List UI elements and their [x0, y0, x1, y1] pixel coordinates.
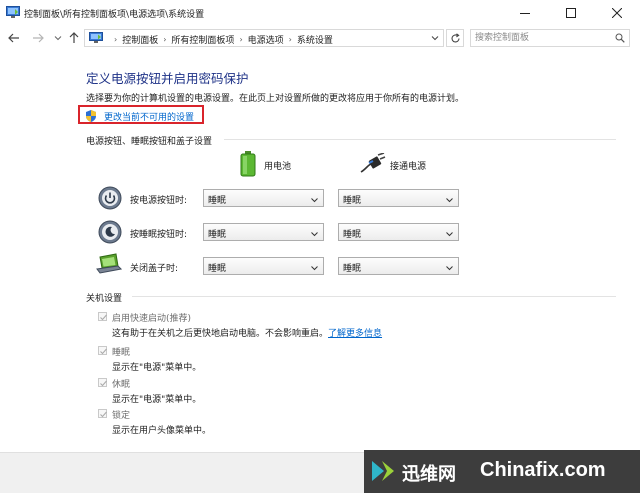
sleep-option-label: 睡眠: [112, 348, 131, 358]
lock-option-label: 锁定: [112, 411, 131, 421]
fast-startup-checkbox[interactable]: [98, 312, 107, 321]
battery-icon: [240, 151, 256, 180]
search-icon[interactable]: [615, 33, 625, 46]
power-button-label: 按电源按钮时:: [130, 196, 188, 206]
battery-column-header: 用电池: [264, 162, 292, 172]
watermark: 迅维网 Chinafix.com: [364, 450, 640, 493]
lid-close-label: 关闭盖子时:: [130, 264, 179, 274]
change-settings-link[interactable]: 更改当前不可用的设置: [78, 105, 204, 124]
breadcrumb: › 控制面板 › 所有控制面板项 › 电源选项 › 系统设置: [109, 33, 333, 46]
section-divider: [224, 139, 616, 140]
select-value: 睡眠: [343, 264, 362, 274]
close-button[interactable]: [594, 0, 640, 26]
fast-startup-label: 启用快速启动(推荐): [112, 314, 192, 324]
checkmark-icon: [100, 411, 107, 418]
hibernate-option-description: 显示在"电源"菜单中。: [112, 395, 202, 405]
select-value: 睡眠: [343, 230, 362, 240]
main-content: 定义电源按钮并启用密码保护 选择要为你的计算机设置的电源设置。在此页上对设置所做…: [0, 50, 640, 493]
control-panel-icon: [6, 6, 20, 19]
maximize-button[interactable]: [548, 0, 594, 26]
section-divider: [132, 296, 616, 297]
address-bar[interactable]: › 控制面板 › 所有控制面板项 › 电源选项 › 系统设置: [84, 29, 444, 47]
up-arrow-icon: [69, 32, 79, 43]
checkmark-icon: [100, 314, 107, 321]
search-input[interactable]: [475, 31, 601, 45]
hibernate-checkbox[interactable]: [98, 378, 107, 387]
sleep-button-icon: [98, 220, 122, 244]
shutdown-section-title: 关机设置: [86, 294, 123, 304]
learn-more-link[interactable]: 了解更多信息: [328, 329, 382, 339]
breadcrumb-system-settings[interactable]: 系统设置: [297, 33, 333, 46]
chinafix-logo-icon: [370, 457, 398, 488]
recent-locations-button[interactable]: [50, 30, 66, 46]
page-title: 定义电源按钮并启用密码保护: [86, 71, 249, 86]
fast-startup-description-text: 这有助于在关机之后更快地启动电脑。不会影响重启。: [112, 329, 329, 339]
chevron-down-icon: [311, 196, 318, 206]
chevron-down-icon: [446, 196, 453, 206]
breadcrumb-separator-icon: ›: [114, 35, 118, 44]
change-settings-link-label[interactable]: 更改当前不可用的设置: [104, 110, 194, 123]
breadcrumb-power-options[interactable]: 电源选项: [248, 33, 284, 46]
breadcrumb-separator-icon: ›: [239, 35, 243, 44]
checkmark-icon: [100, 380, 107, 387]
breadcrumb-all-items[interactable]: 所有控制面板项: [171, 33, 234, 46]
sleep-button-label: 按睡眠按钮时:: [130, 230, 188, 240]
sleep-button-battery-select[interactable]: 睡眠: [203, 223, 324, 241]
search-box[interactable]: [470, 29, 630, 47]
select-value: 睡眠: [208, 264, 227, 274]
power-button-battery-select[interactable]: 睡眠: [203, 189, 324, 207]
lid-close-battery-select[interactable]: 睡眠: [203, 257, 324, 275]
plugged-in-column-header: 接通电源: [390, 162, 427, 172]
select-value: 睡眠: [208, 196, 227, 206]
sleep-button-plugged-select[interactable]: 睡眠: [338, 223, 459, 241]
plug-icon: [360, 152, 386, 176]
fast-startup-description: 这有助于在关机之后更快地启动电脑。不会影响重启。了解更多信息: [112, 326, 382, 339]
chevron-down-icon: [446, 264, 453, 274]
chevron-down-icon: [311, 230, 318, 240]
hibernate-option-label: 休眠: [112, 380, 131, 390]
navigation-bar: › 控制面板 › 所有控制面板项 › 电源选项 › 系统设置: [0, 26, 640, 50]
title-bar: 控制面板\所有控制面板项\电源选项\系统设置: [0, 0, 640, 26]
forward-button[interactable]: [30, 30, 46, 46]
minimize-button[interactable]: [502, 0, 548, 26]
chevron-down-icon: [311, 264, 318, 274]
control-panel-icon: [89, 32, 103, 47]
power-button-plugged-select[interactable]: 睡眠: [338, 189, 459, 207]
address-dropdown-button[interactable]: [431, 34, 439, 45]
sleep-option-description: 显示在"电源"菜单中。: [112, 363, 202, 373]
select-value: 睡眠: [343, 196, 362, 206]
buttons-section-title: 电源按钮、睡眠按钮和盖子设置: [86, 137, 213, 147]
lock-checkbox[interactable]: [98, 409, 107, 418]
breadcrumb-separator-icon: ›: [288, 35, 292, 44]
watermark-en-text: Chinafix.com: [480, 459, 606, 481]
lid-close-plugged-select[interactable]: 睡眠: [338, 257, 459, 275]
checkmark-icon: [100, 348, 107, 355]
power-button-icon: [98, 186, 122, 210]
refresh-icon: [450, 32, 460, 42]
uac-shield-icon: [84, 109, 98, 126]
select-value: 睡眠: [208, 230, 227, 240]
laptop-lid-icon: [96, 253, 123, 277]
back-arrow-icon: [8, 33, 19, 43]
watermark-cn-text: 迅维网: [402, 464, 456, 485]
back-button[interactable]: [6, 30, 22, 46]
lock-option-description: 显示在用户头像菜单中。: [112, 426, 212, 436]
page-description: 选择要为你的计算机设置的电源设置。在此页上对设置所做的更改将应用于你所有的电源计…: [86, 94, 465, 104]
up-button[interactable]: [66, 30, 82, 46]
chevron-down-icon: [431, 36, 439, 41]
chevron-down-icon: [446, 230, 453, 240]
breadcrumb-control-panel[interactable]: 控制面板: [122, 33, 158, 46]
chevron-down-icon: [54, 36, 62, 41]
breadcrumb-separator-icon: ›: [163, 35, 167, 44]
refresh-button[interactable]: [446, 29, 464, 47]
window-title: 控制面板\所有控制面板项\电源选项\系统设置: [24, 10, 205, 20]
forward-arrow-icon: [33, 33, 44, 43]
sleep-checkbox[interactable]: [98, 346, 107, 355]
